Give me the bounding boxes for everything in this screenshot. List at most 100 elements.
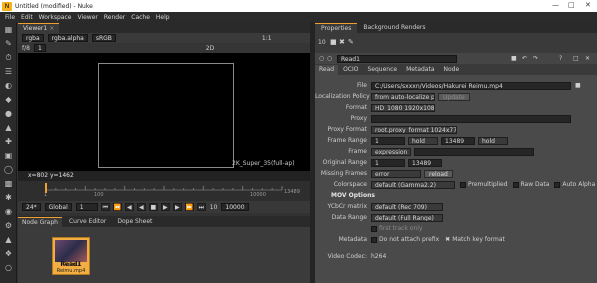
match-key-check-icon[interactable]: ✖ [445, 236, 450, 243]
node-name-field[interactable]: Read1 [337, 54, 457, 63]
redo-icon[interactable]: ↷ [533, 55, 538, 62]
premultiplied-checkbox[interactable] [460, 181, 466, 188]
ycbcr-select[interactable]: default (Rec 709) [371, 202, 443, 211]
float-icon[interactable]: ✎ [348, 38, 354, 46]
particles-tool-icon[interactable]: ✱ [3, 193, 14, 202]
gain-value[interactable]: 1 [33, 44, 46, 52]
color-icon[interactable]: ■ [511, 55, 517, 62]
tab-dope-sheet[interactable]: Dope Sheet [113, 217, 156, 227]
node-menu-icon[interactable]: ○ [319, 55, 324, 62]
read-node[interactable]: Read1 Reimu Reimu.mp4 [52, 237, 90, 275]
proxy-field[interactable] [371, 114, 571, 123]
subtab-ocio[interactable]: OCIO [339, 65, 362, 75]
timeline[interactable]: 1 100 10000 13489 [18, 181, 310, 201]
view-mode-select[interactable]: 2D [206, 45, 214, 52]
prev-frame-icon[interactable]: ◀ [124, 203, 134, 211]
subtab-node[interactable]: Node [440, 65, 464, 75]
frame-field[interactable] [414, 147, 534, 156]
play-forward-icon[interactable]: ▶ [160, 203, 170, 211]
max-panels-field[interactable]: 10 [318, 39, 326, 46]
format-select[interactable]: HD_1080 1920x1080 [371, 103, 435, 112]
do-not-attach-checkbox[interactable] [371, 236, 377, 243]
other-tool-icon[interactable]: ▲ [3, 235, 14, 244]
node-collapse-icon[interactable]: ○ [327, 55, 332, 62]
first-frame-icon[interactable]: ⏮ [100, 203, 110, 211]
merge-tool-icon[interactable]: ▲ [3, 123, 14, 132]
close-tab-icon[interactable]: × [49, 25, 54, 32]
maximize-icon[interactable]: □ [568, 1, 575, 9]
range-mode-select[interactable]: Global [44, 203, 72, 211]
next-frame-icon[interactable]: ▶ [172, 203, 182, 211]
furnace-tool-icon[interactable]: ❖ [3, 249, 14, 258]
transform-tool-icon[interactable]: ✚ [3, 137, 14, 146]
after-select[interactable]: hold [478, 136, 508, 145]
toolsets-tool-icon[interactable]: ⚙ [3, 221, 14, 230]
next-key-icon[interactable]: ⏩ [184, 203, 194, 211]
draw-tool-icon[interactable]: ✎ [3, 39, 14, 48]
views-tool-icon[interactable]: ◯ [3, 165, 14, 174]
help-icon[interactable]: ? [559, 55, 562, 62]
end-frame-field[interactable]: 10000 [221, 203, 249, 211]
color-tool-icon[interactable]: ◐ [3, 81, 14, 90]
raw-data-checkbox[interactable] [512, 181, 519, 188]
clear-panels-icon[interactable]: ✖ [339, 38, 345, 46]
menu-workspace[interactable]: Workspace [39, 14, 72, 21]
tab-background-renders[interactable]: Background Renders [357, 23, 431, 33]
undo-icon[interactable]: ↶ [522, 55, 527, 62]
menu-cache[interactable]: Cache [131, 14, 150, 21]
original-range-start[interactable]: 1 [371, 158, 405, 167]
close-node-icon[interactable]: ✕ [585, 55, 590, 62]
channels-select[interactable]: rgba [22, 34, 44, 42]
close-icon[interactable]: ✕ [585, 1, 591, 9]
float-node-icon[interactable]: □ [573, 55, 579, 62]
before-select[interactable]: hold [408, 136, 438, 145]
minimize-icon[interactable]: — [552, 1, 559, 9]
menu-viewer[interactable]: Viewer [77, 14, 97, 21]
lock-icon[interactable]: ■ [330, 38, 337, 46]
filter-tool-icon[interactable]: ◆ [3, 95, 14, 104]
localization-select[interactable]: from auto-localize path [371, 92, 435, 101]
frame-range-end[interactable]: 13489 [441, 136, 475, 145]
reload-button[interactable]: reload [424, 169, 453, 178]
menu-edit[interactable]: Edit [21, 14, 33, 21]
prev-key-icon[interactable]: ⏪ [112, 203, 122, 211]
zoom-select[interactable]: 1:1 [262, 35, 272, 42]
menu-render[interactable]: Render [104, 14, 125, 21]
viewer-canvas[interactable]: 2K_Super_35(full-ap) [18, 53, 310, 171]
original-range-end[interactable]: 13489 [408, 158, 442, 167]
fps-field[interactable]: 24* [22, 203, 41, 211]
tab-viewer1[interactable]: Viewer1 × [18, 23, 60, 33]
image-tool-icon[interactable]: ▦ [3, 25, 14, 34]
menu-help[interactable]: Help [156, 14, 170, 21]
stop-icon[interactable]: ■ [148, 203, 158, 211]
colorspace-select[interactable]: default (Gamma2.2) [371, 180, 455, 189]
time-tool-icon[interactable]: ⏱ [3, 53, 14, 62]
tab-node-graph[interactable]: Node Graph [18, 217, 62, 227]
data-range-select[interactable]: default (Full Range) [371, 213, 443, 222]
layer-select[interactable]: rgba.alpha [47, 34, 88, 42]
subtab-read[interactable]: Read [315, 65, 339, 75]
node-graph[interactable]: Read1 Reimu Reimu.mp4 [18, 227, 310, 283]
auto-alpha-checkbox[interactable] [554, 181, 561, 188]
plugins-tool-icon[interactable]: ○ [3, 263, 14, 272]
subtab-metadata[interactable]: Metadata [402, 65, 438, 75]
current-frame-field[interactable]: 1 [75, 203, 98, 211]
colorspace-select[interactable]: sRGB [91, 34, 116, 42]
channel-tool-icon[interactable]: ☰ [3, 67, 14, 76]
step-field[interactable]: 10 [210, 204, 218, 211]
update-button[interactable]: Update [438, 92, 470, 101]
deep-tool-icon[interactable]: ◉ [3, 207, 14, 216]
file-browse-icon[interactable]: ■ [575, 82, 581, 89]
frame-range-start[interactable]: 1 [371, 136, 405, 145]
proxy-format-select[interactable]: root.proxy_format 1024x778 [371, 125, 457, 134]
file-field[interactable]: C:/Users/sxxxn/Videos/Hakurei Reimu.mp4 [371, 81, 571, 90]
last-frame-icon[interactable]: ⏭ [196, 203, 206, 211]
keyer-tool-icon[interactable]: ● [3, 109, 14, 118]
play-backward-icon[interactable]: ◀ [136, 203, 146, 211]
tab-properties[interactable]: Properties [315, 23, 358, 33]
missing-frames-select[interactable]: error [371, 169, 421, 178]
first-track-checkbox[interactable] [371, 225, 377, 232]
3d-tool-icon[interactable]: ▣ [3, 151, 14, 160]
menu-file[interactable]: File [5, 14, 15, 21]
metadata-tool-icon[interactable]: ▩ [3, 179, 14, 188]
